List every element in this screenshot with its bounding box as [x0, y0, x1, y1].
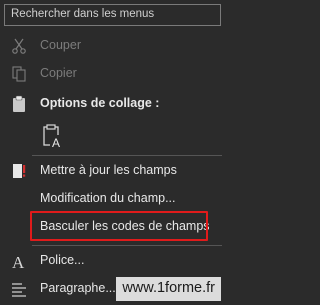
font-icon: A [12, 253, 25, 270]
watermark-label: www.1forme.fr [116, 277, 221, 301]
paste-keep-text-only-button[interactable]: A [38, 122, 68, 150]
separator [32, 245, 222, 246]
menu-item-edit-field[interactable]: Modification du champ... [0, 188, 225, 210]
copy-icon [12, 66, 26, 82]
paragraph-icon [12, 283, 26, 297]
svg-text:A: A [52, 136, 60, 149]
menu-item-cut[interactable]: Couper [0, 35, 225, 57]
paste-text-only-icon: A [43, 124, 63, 149]
update-field-icon [13, 164, 26, 178]
context-menu: Rechercher dans les menus Couper Copier … [0, 0, 225, 305]
font-label: Police... [40, 253, 85, 267]
edit-field-label: Modification du champ... [40, 191, 176, 205]
paste-options-header: Options de collage : [0, 93, 225, 115]
clipboard-icon [13, 95, 25, 112]
copy-label: Copier [40, 66, 77, 80]
svg-text:A: A [12, 253, 25, 270]
menu-item-copy[interactable]: Copier [0, 63, 225, 85]
search-menus-input[interactable]: Rechercher dans les menus [4, 4, 221, 26]
cut-label: Couper [40, 38, 81, 52]
highlight-annotation-box [30, 211, 208, 241]
paragraph-label: Paragraphe... [40, 281, 116, 295]
menu-item-font[interactable]: A Police... [0, 250, 225, 272]
separator [32, 155, 222, 156]
scissors-icon [12, 38, 26, 54]
menu-item-update-fields[interactable]: Mettre à jour les champs [0, 160, 225, 182]
paste-options-label: Options de collage : [40, 96, 160, 110]
update-fields-label: Mettre à jour les champs [40, 163, 177, 177]
